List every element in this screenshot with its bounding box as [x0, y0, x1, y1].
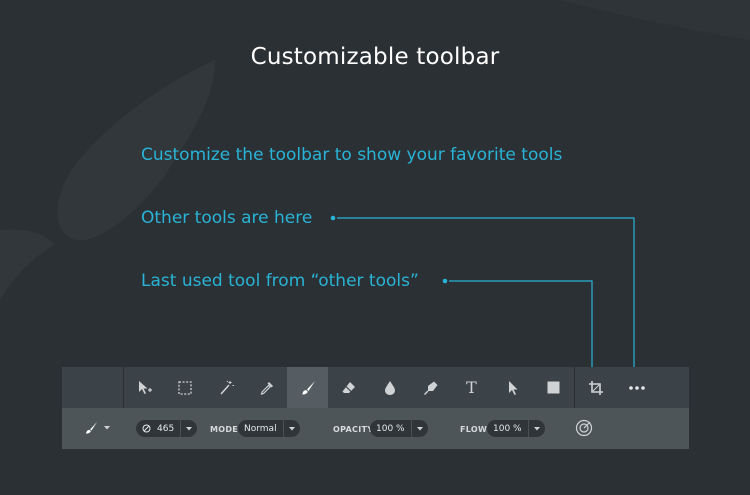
- mode-label: MODE: [210, 425, 239, 434]
- flow-label: FLOW: [460, 425, 488, 434]
- brush-size-dropdown[interactable]: 465: [136, 420, 198, 437]
- eyedropper-tool-button[interactable]: [246, 367, 287, 408]
- crop-tool-button[interactable]: [575, 367, 616, 408]
- blend-mode-dropdown[interactable]: Normal: [238, 420, 300, 437]
- blur-tool-button[interactable]: [369, 367, 410, 408]
- caption-customize: Customize the toolbar to show your favor…: [141, 145, 563, 165]
- more-tools-button[interactable]: [616, 367, 657, 408]
- magic-wand-tool-button[interactable]: [205, 367, 246, 408]
- main-toolbar: T: [62, 367, 689, 408]
- brush-icon: [86, 421, 98, 434]
- eraser-tool-button[interactable]: [328, 367, 369, 408]
- brush-size-icon: [142, 424, 151, 433]
- flow-value: 100 %: [493, 423, 522, 434]
- crop-icon: [588, 380, 603, 395]
- brush-tool-button[interactable]: [287, 367, 328, 408]
- chevron-down-icon: [410, 420, 428, 437]
- brush-icon: [302, 380, 315, 394]
- select-tool-button[interactable]: [492, 367, 533, 408]
- brush-size-value: 465: [157, 423, 175, 434]
- shape-tool-button[interactable]: [533, 367, 574, 408]
- rect-select-tool-button[interactable]: [164, 367, 205, 408]
- blend-mode-value: Normal: [244, 423, 277, 434]
- chevron-down-icon: [527, 420, 545, 437]
- eraser-icon: [342, 381, 355, 393]
- drop-icon: [384, 380, 395, 395]
- marquee-icon: [177, 380, 192, 395]
- more-dots-icon: [628, 385, 645, 390]
- opacity-dropdown[interactable]: 100 %: [370, 420, 428, 437]
- pen-tool-button[interactable]: [410, 367, 451, 408]
- airbrush-target-icon: [575, 419, 593, 437]
- flow-dropdown[interactable]: 100 %: [487, 420, 545, 437]
- chevron-down-icon: [180, 420, 197, 437]
- move-arrow-icon: [138, 380, 152, 394]
- text-icon: T: [466, 378, 477, 397]
- page-title: Customizable toolbar: [250, 44, 500, 70]
- brush-preset-picker[interactable]: [84, 421, 111, 435]
- text-tool-button[interactable]: T: [451, 367, 492, 408]
- magic-wand-icon: [219, 380, 234, 394]
- chevron-down-icon: [104, 426, 110, 430]
- tool-options-bar: 465 MODE Normal OPACITY 100 % FLOW 100 %: [62, 408, 689, 449]
- caption-last-used: Last used tool from “other tools”: [141, 271, 419, 291]
- move-tool-button[interactable]: [124, 367, 165, 408]
- pointer-icon: [508, 380, 517, 395]
- airbrush-toggle[interactable]: [575, 419, 593, 437]
- opacity-label: OPACITY: [333, 425, 374, 434]
- opacity-value: 100 %: [376, 423, 405, 434]
- chevron-down-icon: [282, 420, 300, 437]
- eyedropper-icon: [260, 381, 273, 395]
- square-icon: [547, 381, 560, 394]
- pen-nib-icon: [423, 381, 437, 395]
- caption-other-tools: Other tools are here: [141, 208, 313, 228]
